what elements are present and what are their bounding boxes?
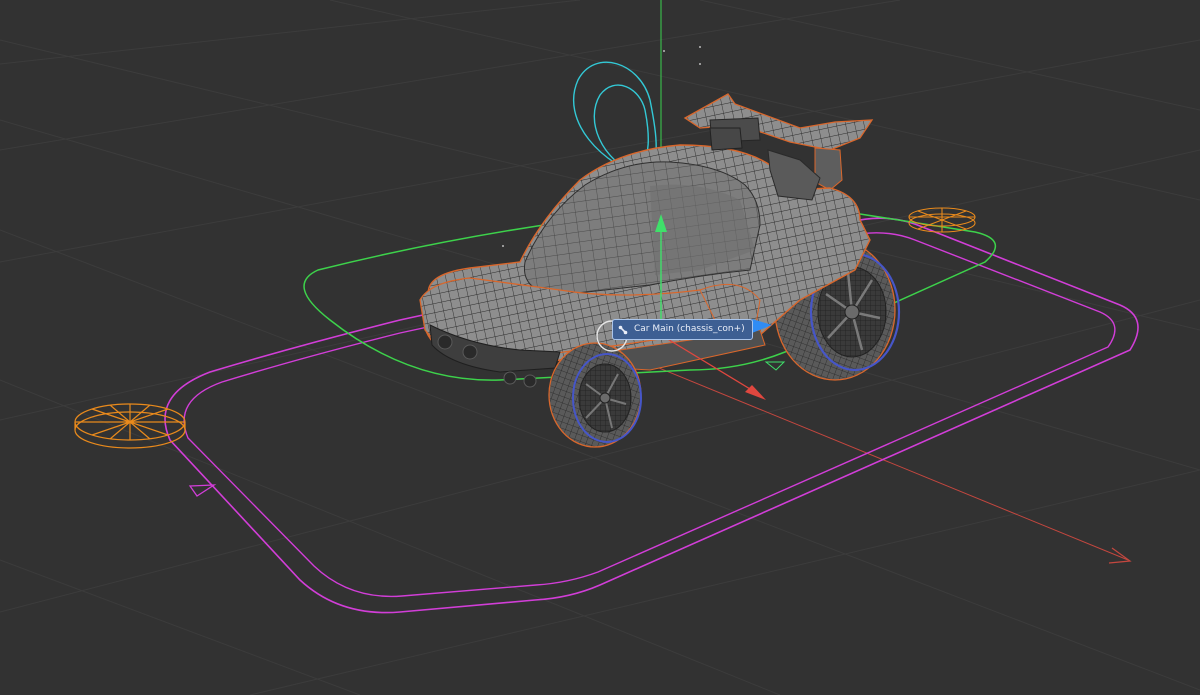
wheel-control-icon[interactable]	[908, 207, 976, 233]
bone-icon	[618, 325, 628, 334]
object-tooltip: Car Main (chassis_con+)	[612, 319, 753, 340]
wheel-control-icon[interactable]	[74, 403, 186, 449]
viewport-3d[interactable]: Car Main (chassis_con+)	[0, 0, 1200, 695]
tooltip-label: Car Main (chassis_con+)	[634, 324, 745, 334]
root-direction-marker	[188, 484, 217, 497]
car-model[interactable]	[419, 93, 901, 448]
scene-canvas[interactable]	[0, 0, 1200, 695]
front-wheel	[548, 342, 642, 448]
